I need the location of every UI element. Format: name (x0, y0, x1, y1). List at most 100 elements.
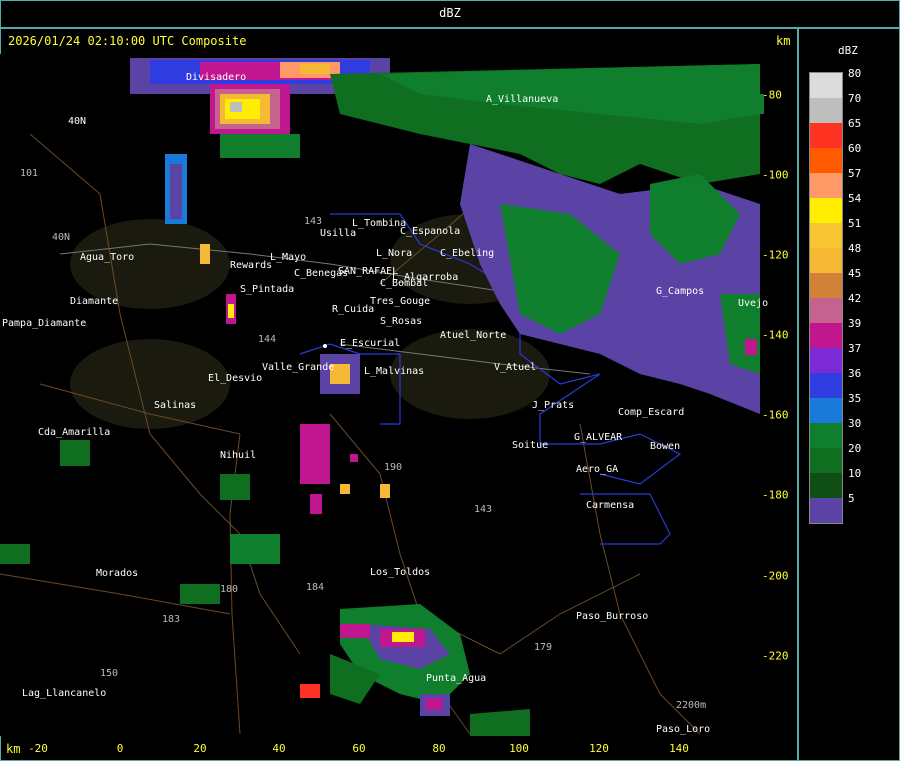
road-number-label: 143 (304, 216, 323, 227)
legend-swatch (810, 348, 842, 373)
place-label: Aero_GA (576, 464, 619, 475)
legend-value: 5 (848, 492, 855, 505)
legend-value: 20 (848, 442, 862, 455)
km-unit-label-y: km (776, 34, 791, 48)
place-label: Comp_Escard (618, 407, 685, 418)
x-tick-label: -20 (28, 742, 48, 755)
x-tick-label: 100 (509, 742, 529, 755)
place-label: Agua_Toro (80, 252, 135, 263)
place-label: Bowen (650, 441, 681, 452)
place-label: Valle_Grande (262, 362, 335, 373)
place-label: L_Mayo (270, 252, 307, 263)
place-label: Morados (96, 568, 139, 579)
radar-map[interactable] (0, 54, 764, 736)
place-label: Salinas (154, 400, 197, 411)
legend-value: 35 (848, 392, 862, 405)
road-number-label: 179 (534, 642, 553, 653)
place-label: Paso_Loro (656, 724, 711, 735)
legend-swatch (810, 123, 842, 148)
place-label: G_Campos (656, 286, 705, 297)
y-tick-label: -100 (762, 168, 789, 182)
y-tick-label: -180 (762, 488, 789, 502)
legend-value: 36 (848, 367, 862, 380)
legend-swatch (810, 148, 842, 173)
legend-value: 70 (848, 92, 862, 105)
legend-swatch (810, 73, 842, 98)
place-label: Los_Toldos (370, 567, 431, 578)
legend-value: 57 (848, 167, 862, 180)
x-tick-label: 80 (432, 742, 446, 755)
place-label: Soitue (512, 440, 549, 451)
color-scale (809, 72, 843, 524)
legend-swatch (810, 98, 842, 123)
place-label: Tres_Gouge (370, 296, 431, 307)
place-label: Cda_Amarilla (38, 427, 111, 438)
road-number-label: 101 (20, 168, 39, 179)
y-tick-label: -160 (762, 408, 789, 422)
legend-swatch (810, 448, 842, 473)
place-label: J_Prats (532, 400, 575, 411)
legend-value: 48 (848, 242, 862, 255)
place-label: Divisadero (186, 72, 247, 83)
legend-swatch (810, 173, 842, 198)
legend-value: 39 (848, 317, 862, 330)
place-label: Punta_Agua (426, 673, 487, 684)
legend-value: 45 (848, 267, 862, 280)
radar-site-marker (323, 344, 327, 348)
place-label: SAN_RAFAEL (338, 266, 399, 277)
x-tick-label: 0 (116, 742, 124, 755)
legend-swatch (810, 223, 842, 248)
legend-value: 10 (848, 467, 862, 480)
place-label: C_Bombal (380, 278, 429, 289)
y-tick-label: -140 (762, 328, 789, 342)
x-tick-label: 60 (352, 742, 366, 755)
legend-value: 65 (848, 117, 862, 130)
place-label: E_Escurial (340, 338, 401, 349)
legend-value: 30 (848, 417, 862, 430)
place-label: Pampa_Diamante (2, 318, 87, 329)
place-label: S_Pintada (240, 284, 295, 295)
road-number-label: 143 (474, 504, 493, 515)
place-label: C_Ebeling (440, 248, 495, 259)
legend-swatch (810, 398, 842, 423)
place-label: Diamante (70, 296, 119, 307)
legend-swatch (810, 248, 842, 273)
legend-swatch (810, 373, 842, 398)
place-label: El_Desvio (208, 373, 263, 384)
timestamp: 2026/01/24 02:10:00 UTC Composite (8, 34, 247, 48)
legend-value: 60 (848, 142, 862, 155)
legend-value: 51 (848, 217, 862, 230)
product-title: dBZ (439, 6, 461, 20)
place-label: V_Atuel (494, 362, 537, 373)
place-label: Usilla (320, 228, 357, 239)
legend-swatch (810, 498, 842, 523)
place-label: G_ALVEAR (574, 432, 623, 443)
y-tick-label: -200 (762, 569, 789, 583)
x-tick-label: 40 (272, 742, 286, 755)
legend-value: 42 (848, 292, 862, 305)
x-tick-label: 120 (589, 742, 609, 755)
place-label: Lag_Llancanelo (22, 688, 107, 699)
legend-swatch (810, 323, 842, 348)
place-label: Uvejo (738, 298, 769, 309)
road-number-label: 183 (162, 614, 181, 625)
legend-value: 80 (848, 67, 862, 80)
legend-swatch (810, 273, 842, 298)
legend-value: 54 (848, 192, 862, 205)
place-label: 40N (68, 116, 87, 127)
road-number-label: 144 (258, 334, 277, 345)
place-label: L_Nora (376, 248, 413, 259)
legend-swatch (810, 423, 842, 448)
place-label: R_Cuida (332, 304, 375, 315)
y-tick-label: -120 (762, 248, 789, 262)
road-number-label: 40N (52, 232, 71, 243)
place-label: L_Malvinas (364, 366, 425, 377)
road-number-label: 184 (306, 582, 325, 593)
road-number-label: 190 (384, 462, 403, 473)
legend-swatch (810, 298, 842, 323)
x-tick-label: 140 (669, 742, 689, 755)
place-label: Nihuil (220, 450, 257, 461)
place-label: Carmensa (586, 500, 635, 511)
place-label: S_Rosas (380, 316, 423, 327)
legend-swatch (810, 198, 842, 223)
